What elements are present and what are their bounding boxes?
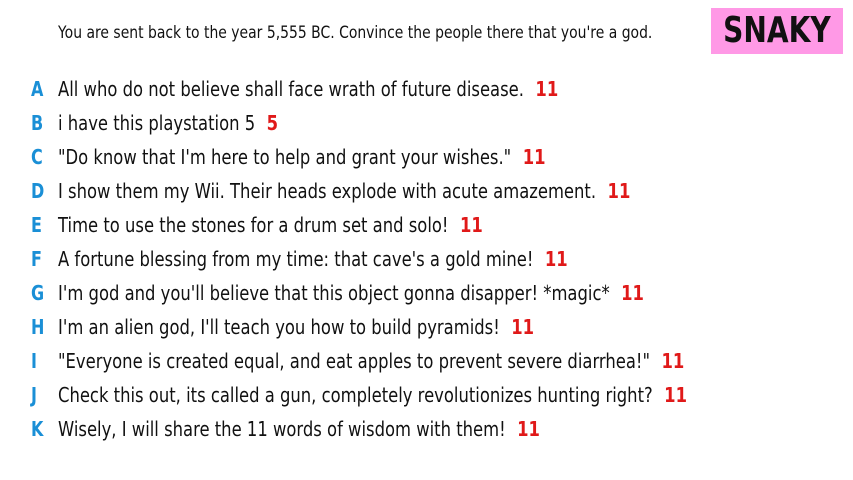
answer-item: F A fortune blessing from my time: that …	[0, 242, 853, 276]
answer-text: Time to use the stones for a drum set an…	[58, 213, 449, 237]
answer-item: J Check this out, its called a gun, comp…	[0, 378, 853, 412]
answer-letter: J	[31, 383, 37, 407]
answer-item: H I'm an alien god, I'll teach you how t…	[0, 310, 853, 344]
answer-item: D I show them my Wii. Their heads explod…	[0, 174, 853, 208]
answer-score: 11	[607, 179, 631, 203]
answer-item: G I'm god and you'll believe that this o…	[0, 276, 853, 310]
answer-score: 11	[664, 383, 688, 407]
answer-text: "Do know that I'm here to help and grant…	[58, 145, 512, 169]
answer-line: I'm an alien god, I'll teach you how to …	[58, 310, 534, 344]
answer-line: "Do know that I'm here to help and grant…	[58, 140, 546, 174]
answer-score: 11	[544, 247, 568, 271]
answer-line: I show them my Wii. Their heads explode …	[58, 174, 630, 208]
answer-score: 11	[517, 417, 540, 441]
answer-text: I show them my Wii. Their heads explode …	[58, 179, 597, 203]
answer-letter: G	[31, 281, 45, 305]
answer-line: Wisely, I will share the 11 words of wis…	[58, 412, 540, 446]
answer-score: 11	[621, 281, 644, 305]
answer-letter: D	[31, 179, 45, 203]
brand-badge: SNAKY	[711, 8, 843, 54]
answer-item: K Wisely, I will share the 11 words of w…	[0, 412, 853, 446]
answer-item: B i have this playstation 5 5	[0, 106, 853, 140]
answer-text: Wisely, I will share the 11 words of wis…	[58, 417, 506, 441]
answer-line: Check this out, its called a gun, comple…	[58, 378, 687, 412]
answer-text: Check this out, its called a gun, comple…	[58, 383, 653, 407]
answer-text: I'm an alien god, I'll teach you how to …	[58, 315, 500, 339]
answer-score: 5	[266, 111, 279, 135]
answer-text: "Everyone is created equal, and eat appl…	[58, 349, 651, 373]
answer-letter: E	[31, 213, 42, 237]
answer-score: 11	[522, 145, 546, 169]
answer-letter: B	[31, 111, 44, 135]
answer-item: I "Everyone is created equal, and eat ap…	[0, 344, 853, 378]
answer-score: 11	[459, 213, 483, 237]
answer-letter: A	[31, 77, 44, 101]
answer-item: C "Do know that I'm here to help and gra…	[0, 140, 853, 174]
answer-letter: C	[31, 145, 43, 169]
answer-text: i have this playstation 5	[58, 111, 256, 135]
brand-name: SNAKY	[723, 10, 831, 51]
answer-item: E Time to use the stones for a drum set …	[0, 208, 853, 242]
answer-score: 11	[511, 315, 535, 339]
answer-text: All who do not believe shall face wrath …	[58, 77, 524, 101]
prompt-text: You are sent back to the year 5,555 BC. …	[58, 23, 653, 43]
answer-score: 11	[661, 349, 685, 373]
answer-item: A All who do not believe shall face wrat…	[0, 72, 853, 106]
answer-line: i have this playstation 5 5	[58, 106, 278, 140]
answer-text: I'm god and you'll believe that this obj…	[58, 281, 610, 305]
answer-letter: F	[31, 247, 42, 271]
answer-score: 11	[535, 77, 559, 101]
answer-letter: K	[31, 417, 44, 441]
answer-line: All who do not believe shall face wrath …	[58, 72, 558, 106]
answer-letter: H	[31, 315, 45, 339]
answer-line: I'm god and you'll believe that this obj…	[58, 276, 644, 310]
answer-line: "Everyone is created equal, and eat appl…	[58, 344, 684, 378]
answer-line: Time to use the stones for a drum set an…	[58, 208, 483, 242]
answer-text: A fortune blessing from my time: that ca…	[58, 247, 534, 271]
answer-line: A fortune blessing from my time: that ca…	[58, 242, 568, 276]
answer-list: A All who do not believe shall face wrat…	[0, 72, 853, 446]
answer-letter: I	[31, 349, 37, 373]
